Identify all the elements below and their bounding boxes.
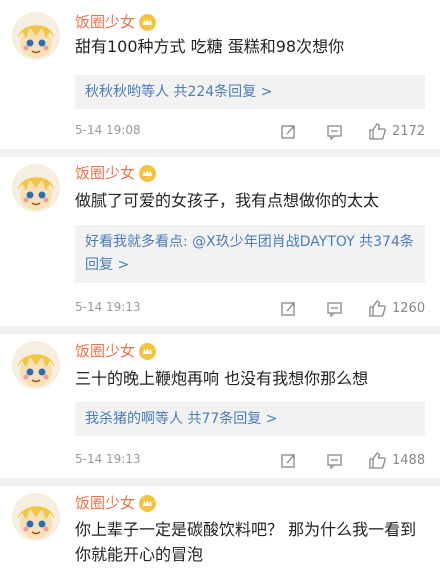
comment-icon — [327, 301, 342, 317]
reply-summary-text[interactable]: 秋秋秋哟等人 共224条回复 > — [85, 84, 272, 100]
timestamp: 5-14 19:08 — [75, 123, 141, 137]
like-icon — [369, 299, 386, 317]
like-count: 1260 — [392, 300, 426, 316]
comment-text: 做腻了可爱的女孩子，我有点想做你的太太 — [75, 191, 380, 210]
divider — [0, 326, 440, 334]
reply-summary-box[interactable]: 我杀猪的啊等人 共77条回复 > — [75, 402, 425, 436]
divider — [0, 149, 440, 157]
comment-button[interactable] — [326, 298, 343, 318]
share-icon — [281, 453, 295, 468]
username-link[interactable]: 饭圈少女 — [75, 341, 157, 361]
like-button[interactable]: 1260 — [368, 298, 425, 318]
username-text[interactable]: 饭圈少女 — [75, 163, 135, 183]
reply-summary-text[interactable]: 好看我就多看点: @X玖少年团肖战DAYTOY 共374条回复 > — [85, 234, 414, 273]
username-text[interactable]: 饭圈少女 — [75, 12, 135, 32]
avatar[interactable] — [12, 164, 60, 212]
comment-icon — [327, 124, 342, 140]
comment-meta: 5-14 19:08 2172 — [75, 121, 427, 141]
crown-badge-icon — [139, 494, 157, 512]
avatar-image — [12, 12, 60, 60]
like-count: 2172 — [392, 123, 426, 139]
divider — [0, 478, 440, 486]
share-button[interactable] — [280, 298, 297, 318]
comment-text: 三十的晚上鞭炮再响 也没有我想你那么想 — [75, 369, 369, 388]
username-text[interactable]: 饭圈少女 — [75, 493, 135, 513]
share-button[interactable] — [280, 450, 297, 470]
comment-text: 你上辈子一定是碳酸饮料吧？ 那为什么我一看到你就能开心的冒泡 — [75, 520, 417, 564]
crown-badge-icon — [139, 13, 157, 31]
username-link[interactable]: 饭圈少女 — [75, 12, 157, 32]
avatar[interactable] — [12, 12, 60, 60]
like-count: 1488 — [392, 452, 426, 468]
share-icon — [281, 301, 295, 316]
share-button[interactable] — [280, 121, 297, 141]
timestamp: 5-14 19:13 — [75, 300, 141, 314]
share-icon — [281, 124, 295, 139]
username-text[interactable]: 饭圈少女 — [75, 341, 135, 361]
username-link[interactable]: 饭圈少女 — [75, 163, 157, 183]
avatar[interactable] — [12, 493, 60, 541]
crown-badge-icon — [139, 164, 157, 182]
like-icon — [369, 451, 386, 469]
avatar[interactable] — [12, 341, 60, 389]
like-button[interactable]: 1488 — [368, 450, 425, 470]
comment-button[interactable] — [326, 450, 343, 470]
comment-meta: 5-14 19:13 1260 — [75, 298, 427, 318]
comment-text: 甜有100种方式 吃糖 蛋糕和98次想你 — [75, 37, 345, 56]
reply-summary-text[interactable]: 我杀猪的啊等人 共77条回复 > — [85, 411, 277, 427]
avatar-image — [12, 164, 60, 212]
comment-button[interactable] — [326, 121, 343, 141]
reply-summary-box[interactable]: 好看我就多看点: @X玖少年团肖战DAYTOY 共374条回复 > — [75, 225, 425, 283]
avatar-image — [12, 341, 60, 389]
like-button[interactable]: 2172 — [368, 121, 425, 141]
reply-summary-box[interactable]: 秋秋秋哟等人 共224条回复 > — [75, 75, 425, 109]
timestamp: 5-14 19:13 — [75, 452, 141, 466]
comment-meta: 5-14 19:13 1488 — [75, 450, 427, 470]
avatar-image — [12, 493, 60, 541]
comment-icon — [327, 453, 342, 469]
crown-badge-icon — [139, 342, 157, 360]
like-icon — [369, 122, 386, 140]
username-link[interactable]: 饭圈少女 — [75, 493, 157, 513]
